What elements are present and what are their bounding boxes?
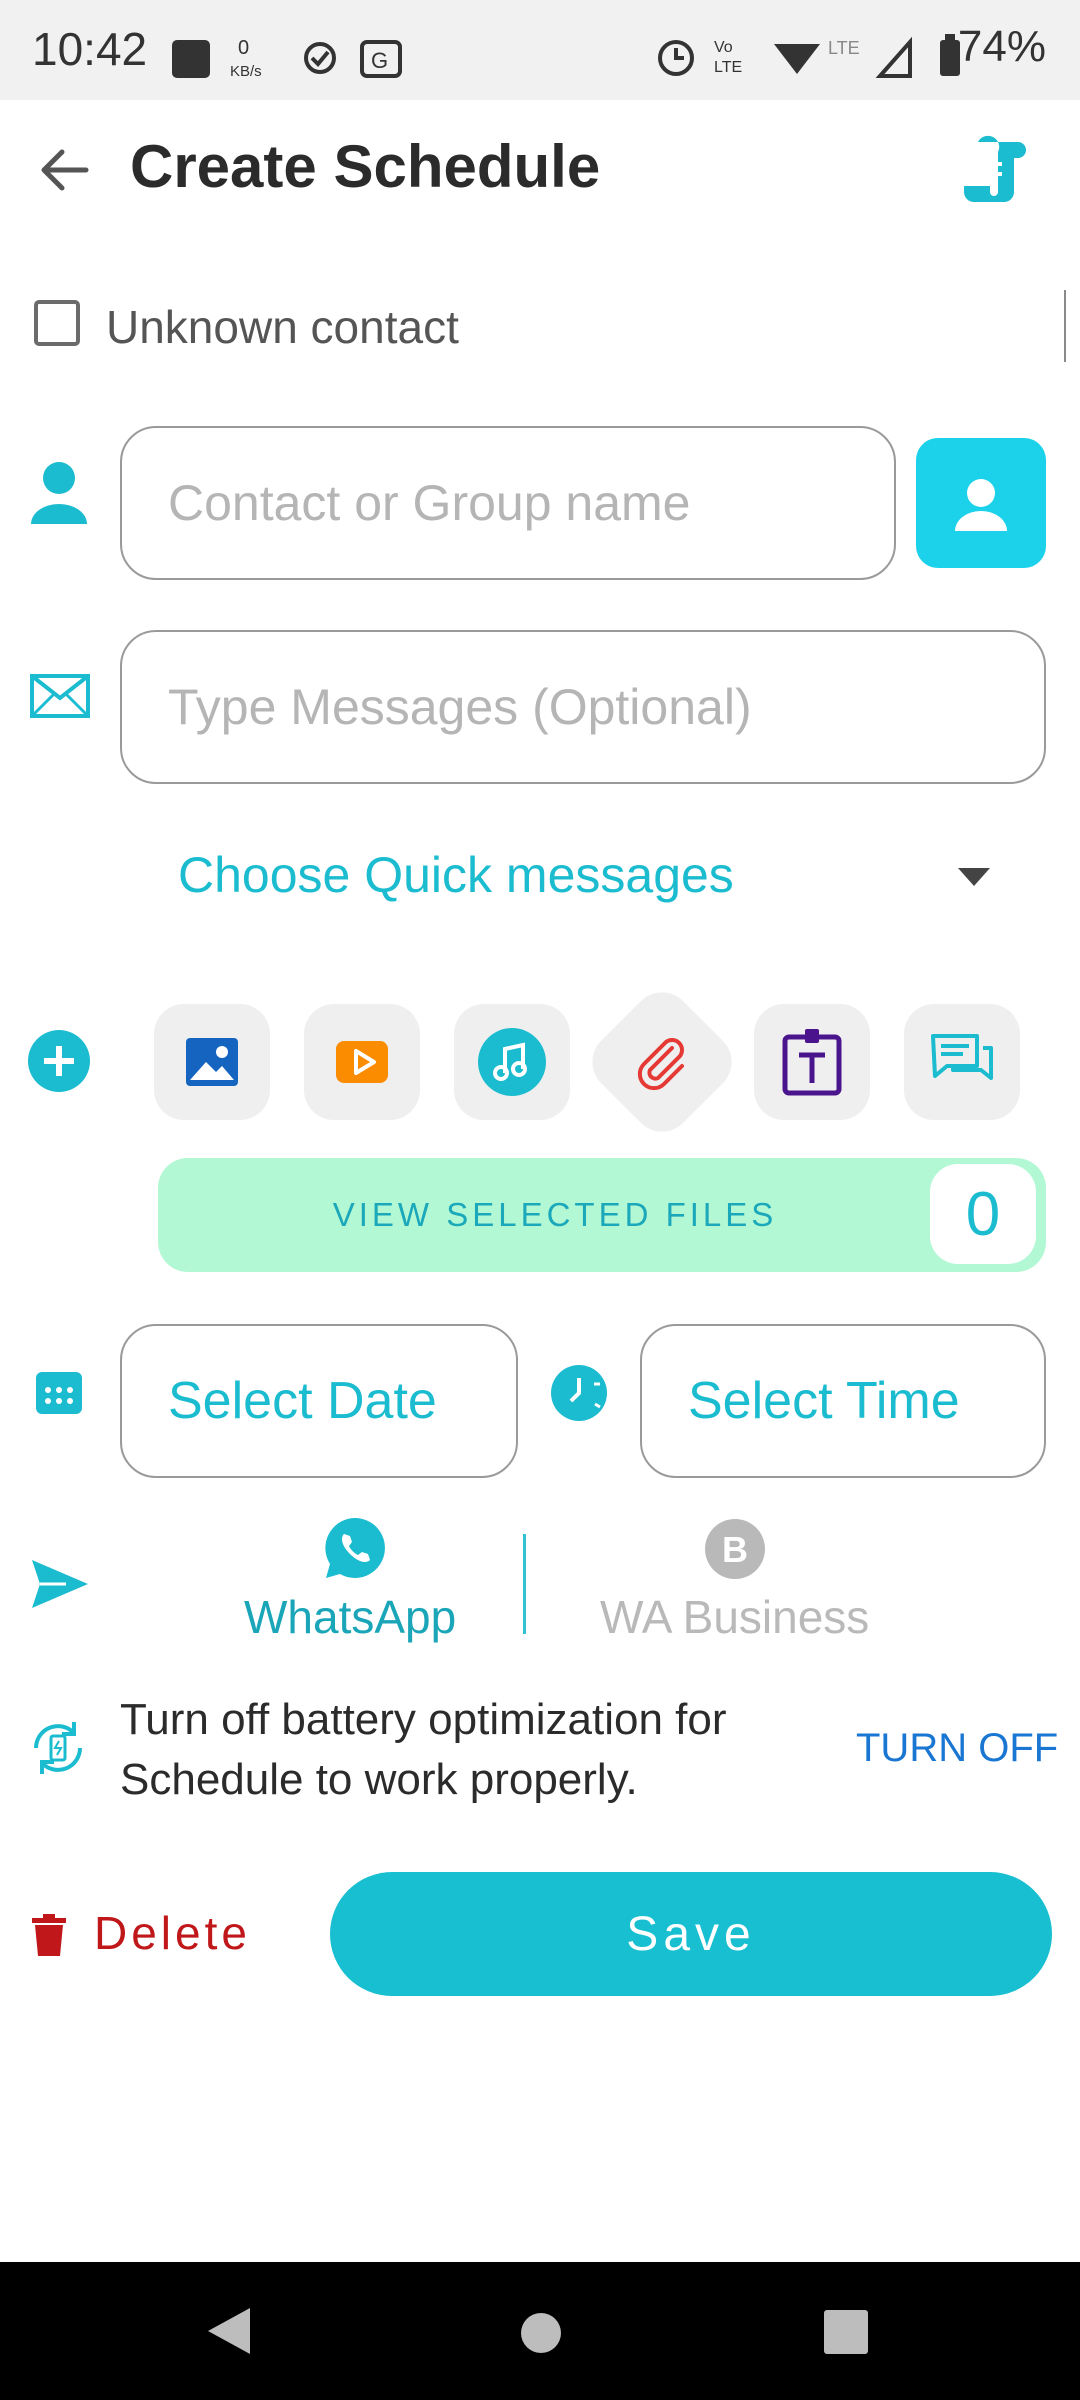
attach-quick-reply-button[interactable] [904,1004,1020,1120]
wa-business-label: WA Business [600,1591,870,1643]
view-selected-files-label: VIEW SELECTED FILES [332,1196,778,1233]
add-attachment-button[interactable] [28,1030,90,1092]
svg-text:LTE: LTE [714,59,742,76]
business-icon: B [705,1519,765,1579]
battery-percent: 74% [957,22,1046,71]
back-button[interactable] [34,140,94,200]
contact-input[interactable]: Contact or Group name [120,426,896,580]
audio-icon [478,1028,546,1096]
send-icon [30,1558,90,1615]
nav-recents-button[interactable] [824,2310,868,2359]
whatsapp-option[interactable]: WhatsApp [230,1516,480,1646]
quick-messages-dropdown[interactable]: Choose Quick messages [178,846,734,904]
unknown-contact-checkbox[interactable] [34,300,80,346]
attach-image-button[interactable] [154,1004,270,1120]
attach-text-button[interactable] [754,1004,870,1120]
send-option-divider [523,1534,526,1634]
nav-back-button[interactable] [206,2306,252,2361]
svg-text:G: G [371,48,388,73]
whatsapp-label: WhatsApp [244,1591,457,1643]
arrow-left-icon [41,149,89,191]
delete-button[interactable]: Delete [94,1906,251,1960]
attach-video-button[interactable] [304,1004,420,1120]
svg-text:0: 0 [238,37,249,59]
unknown-contact-label: Unknown contact [106,301,459,353]
chevron-down-icon[interactable] [958,868,990,886]
select-date-field[interactable]: Select Date [120,1324,518,1478]
scroll-document-icon [964,135,1026,202]
plus-circle-icon [28,1030,90,1092]
whatsapp-icon [325,1517,385,1578]
image-icon [186,1038,238,1086]
status-system-icons: Vo LTE LTE [650,28,920,87]
contact-icon [955,479,1007,531]
turn-off-button[interactable]: TURN OFF [856,1726,1058,1771]
circle-home-icon [521,2313,561,2353]
calendar-icon [34,1366,84,1421]
select-time-field[interactable]: Select Time [640,1324,1046,1478]
battery-optimization-text: Turn off battery optimization for Schedu… [120,1695,727,1804]
scroll-edge-divider [1064,290,1066,362]
svg-text:KB/s: KB/s [230,63,262,80]
square-recents-icon [824,2310,868,2354]
video-icon [336,1041,388,1083]
trash-icon[interactable] [32,1914,66,1961]
pick-contact-button[interactable] [916,438,1046,568]
person-icon [28,460,90,531]
text-template-icon [782,1029,842,1096]
paperclip-icon [637,1038,684,1091]
status-time: 10:42 [32,23,148,75]
status-notification-icons: 0 KB/s G [168,30,428,89]
mail-icon [30,674,90,723]
attach-audio-button[interactable] [454,1004,570,1120]
clock-icon [550,1364,608,1427]
schedule-list-button[interactable] [958,134,1030,206]
svg-text:B: B [722,1529,748,1570]
battery-sync-icon [26,1716,90,1785]
nav-home-button[interactable] [520,2312,562,2359]
page-title: Create Schedule [130,133,601,200]
chat-bubbles-icon [931,1034,993,1080]
save-button[interactable]: Save [330,1872,1052,1996]
selected-files-count: 0 [930,1164,1036,1264]
svg-text:Vo: Vo [714,39,733,56]
triangle-back-icon [208,2308,250,2354]
wa-business-option[interactable]: B WA Business [590,1516,890,1646]
svg-text:LTE: LTE [828,38,860,58]
attach-file-button[interactable] [579,979,745,1145]
message-input[interactable]: Type Messages (Optional) [120,630,1046,784]
